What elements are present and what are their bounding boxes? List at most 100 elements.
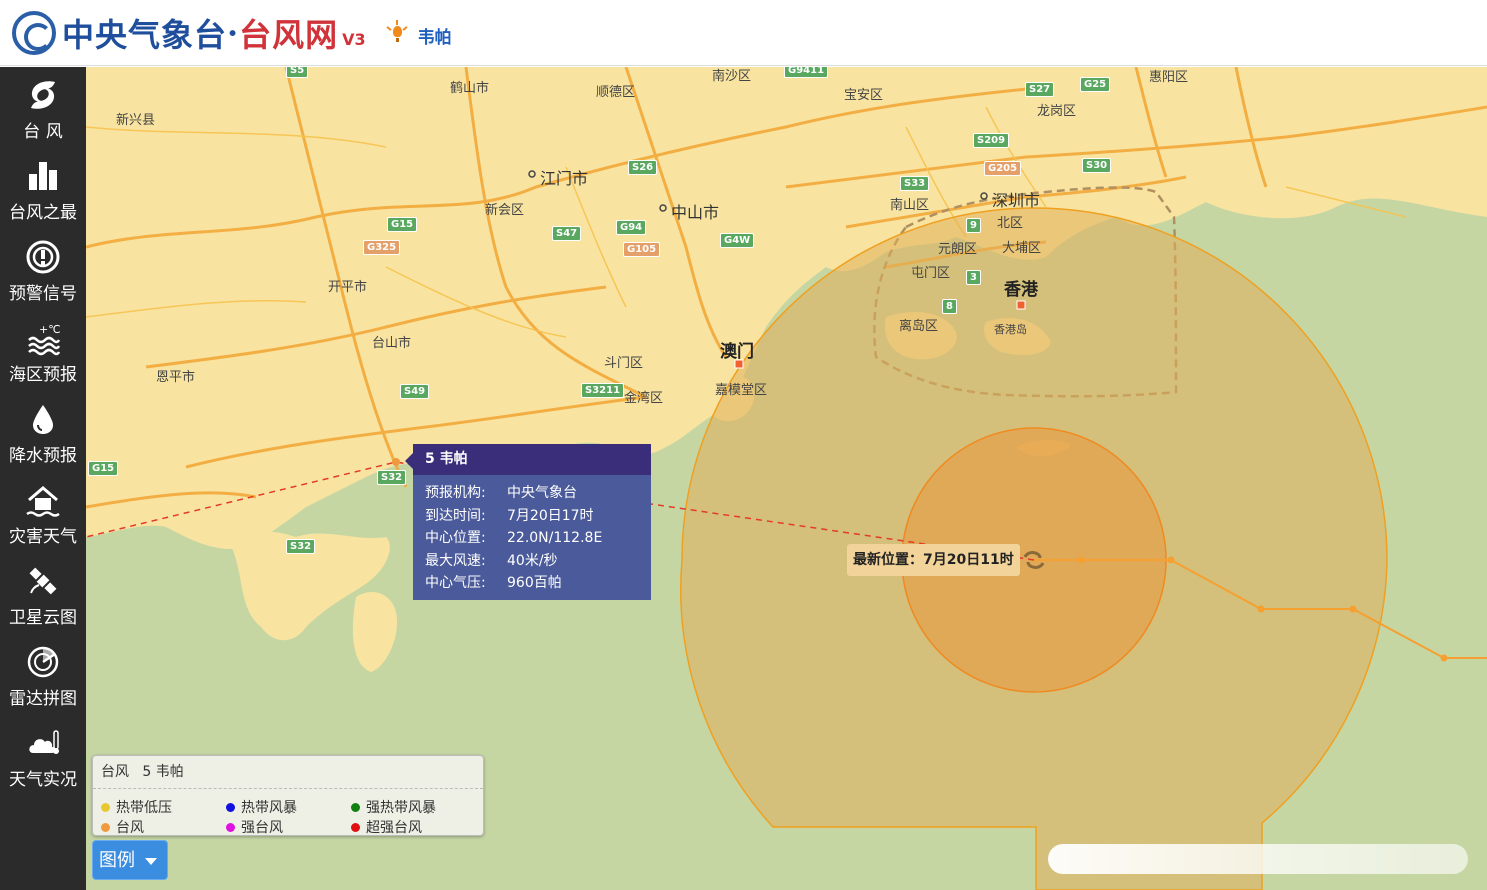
road-shield: S27	[1025, 82, 1055, 97]
watermark-blur	[1048, 844, 1468, 874]
place-label: 嘉模堂区	[715, 383, 768, 398]
current-storm-link[interactable]: 韦帕	[418, 23, 452, 48]
place-label: 南山区	[890, 198, 930, 213]
road-shield: G4W	[720, 233, 755, 248]
place-label: 北区	[997, 216, 1024, 231]
brand-version: V3	[342, 30, 366, 49]
sidebar-item-records[interactable]: 台风之最	[0, 148, 86, 229]
capital-marker	[1016, 300, 1026, 310]
road-shield: S3211	[581, 383, 625, 398]
brand-title-part2: 台风网	[239, 15, 339, 54]
legend-item: 强热带风暴	[351, 797, 436, 817]
place-label: 江门市	[540, 169, 589, 188]
road-shield: S209	[973, 133, 1010, 148]
legend-toggle-button[interactable]: 图例	[92, 840, 168, 880]
place-label: 大埔区	[1002, 241, 1042, 256]
road-shield: G105	[623, 242, 661, 257]
cma-logo-icon[interactable]	[12, 10, 56, 55]
road-shield: S33	[900, 176, 930, 191]
sidebar-label-radar: 雷达拼图	[9, 689, 77, 709]
sidebar-item-weather-live[interactable]: 天气实况	[0, 715, 86, 796]
radar-icon	[27, 646, 59, 678]
road-shield: G15	[88, 461, 119, 476]
place-label: 开平市	[328, 280, 368, 295]
sidebar-item-precip[interactable]: 降水预报	[0, 391, 86, 472]
place-label: 香港	[1004, 280, 1038, 300]
sidebar-label-warning: 预警信号	[9, 284, 77, 304]
latest-position-tag[interactable]: 最新位置：7月20日11时	[847, 544, 1020, 576]
popup-row-wind: 最大风速: 40米/秒	[425, 552, 558, 569]
place-label: 元朗区	[938, 242, 978, 257]
sidebar-item-disaster[interactable]: 灾害天气	[0, 472, 86, 553]
legend-panel: 台风 5 韦帕 热带低压 热带风暴 强热带风暴 台风 强台风 超强台风	[92, 755, 484, 836]
road-shield: S49	[400, 384, 430, 399]
popup-row-position: 中心位置: 22.0N/112.8E	[425, 530, 603, 546]
forecast-point-popup: 5 韦帕 预报机构: 中央气象台 到达时间: 7月20日17时 中心位置: 22.0N…	[413, 444, 651, 600]
place-label: 斗门区	[604, 356, 644, 371]
app-header: 中央气象台 · 台风网 V3 韦帕	[0, 0, 1487, 66]
sidebar-item-sea-forecast[interactable]: +℃ 海区预报	[0, 310, 86, 391]
road-shield: S32	[377, 470, 407, 485]
island-1	[352, 592, 397, 672]
road-shield: 8	[942, 299, 957, 314]
sidebar-label-precip: 降水预报	[9, 446, 77, 466]
raindrop-icon	[33, 405, 53, 434]
track-point	[1440, 654, 1448, 662]
legend-item: 热带低压	[101, 797, 172, 817]
place-label: 鹤山市	[450, 81, 490, 96]
sidebar-item-typhoon[interactable]: 台 风	[0, 67, 86, 148]
road-shield: S32	[286, 539, 316, 554]
legend-header: 台风 5 韦帕	[93, 756, 483, 789]
sidebar-label-weather-live: 天气实况	[9, 770, 77, 790]
place-label: 台山市	[372, 336, 412, 351]
satellite-icon	[29, 567, 57, 595]
road-shield: G15	[387, 217, 418, 232]
sidebar-label-sea-forecast: 海区预报	[9, 365, 77, 385]
sea-icon-text: +℃	[39, 323, 61, 336]
typhoon-map[interactable]: 新兴县 鹤山市 顺德区 南沙区 宝安区 惠阳区 龙岗区 江门市 新会区 中山市 …	[86, 67, 1487, 890]
typhoon-icon	[31, 81, 55, 109]
sidebar-item-warning[interactable]: 预警信号	[0, 229, 86, 310]
place-label: 龙岗区	[1037, 104, 1077, 119]
sidebar-label-disaster: 灾害天气	[9, 527, 77, 547]
road-shield: S26	[628, 160, 658, 175]
legend-header-name: 5 韦帕	[142, 764, 184, 780]
place-label: 屯门区	[911, 266, 951, 281]
road-shield: 3	[966, 270, 981, 285]
road-shield: G9411	[784, 67, 829, 78]
road-shield: G205	[984, 161, 1022, 176]
legend-item: 热带风暴	[226, 797, 297, 817]
road-shield: G94	[616, 220, 647, 235]
place-label: 离岛区	[899, 319, 939, 334]
sidebar-label-satellite: 卫星云图	[9, 608, 77, 628]
track-point	[1349, 605, 1357, 613]
popup-row-pressure: 中心气压: 960百帕	[425, 575, 562, 591]
chevron-down-icon	[145, 858, 157, 865]
sidebar-item-radar[interactable]: 雷达拼图	[0, 634, 86, 715]
place-label: 顺德区	[596, 85, 636, 100]
road-shield: G325	[363, 240, 401, 255]
place-label: 惠阳区	[1149, 70, 1189, 85]
place-label: 中山市	[671, 203, 720, 222]
forecast-point	[392, 458, 400, 466]
place-label: 金湾区	[624, 391, 664, 406]
road-shield: 9	[966, 218, 981, 233]
place-label: 新会区	[485, 203, 525, 218]
place-label: 深圳市	[992, 191, 1041, 210]
place-label: 宝安区	[844, 88, 884, 103]
sidebar-label-typhoon: 台 风	[23, 122, 63, 142]
road-shield: S30	[1082, 158, 1112, 173]
legend-item: 台风	[101, 817, 144, 837]
popup-row-time: 到达时间: 7月20日17时	[425, 507, 594, 524]
track-point	[1077, 556, 1085, 564]
bulb-icon	[386, 19, 408, 46]
road-shield: G25	[1080, 77, 1111, 92]
place-label: 澳门	[720, 342, 754, 362]
sidebar-item-satellite[interactable]: 卫星云图	[0, 553, 86, 634]
road-shield: S47	[552, 226, 582, 241]
place-label: 恩平市	[156, 370, 196, 385]
sidebar-label-records: 台风之最	[9, 203, 77, 223]
popup-title: 5 韦帕	[413, 444, 651, 475]
bar-chart-icon	[29, 162, 57, 190]
weather-cloud-icon	[29, 730, 59, 754]
